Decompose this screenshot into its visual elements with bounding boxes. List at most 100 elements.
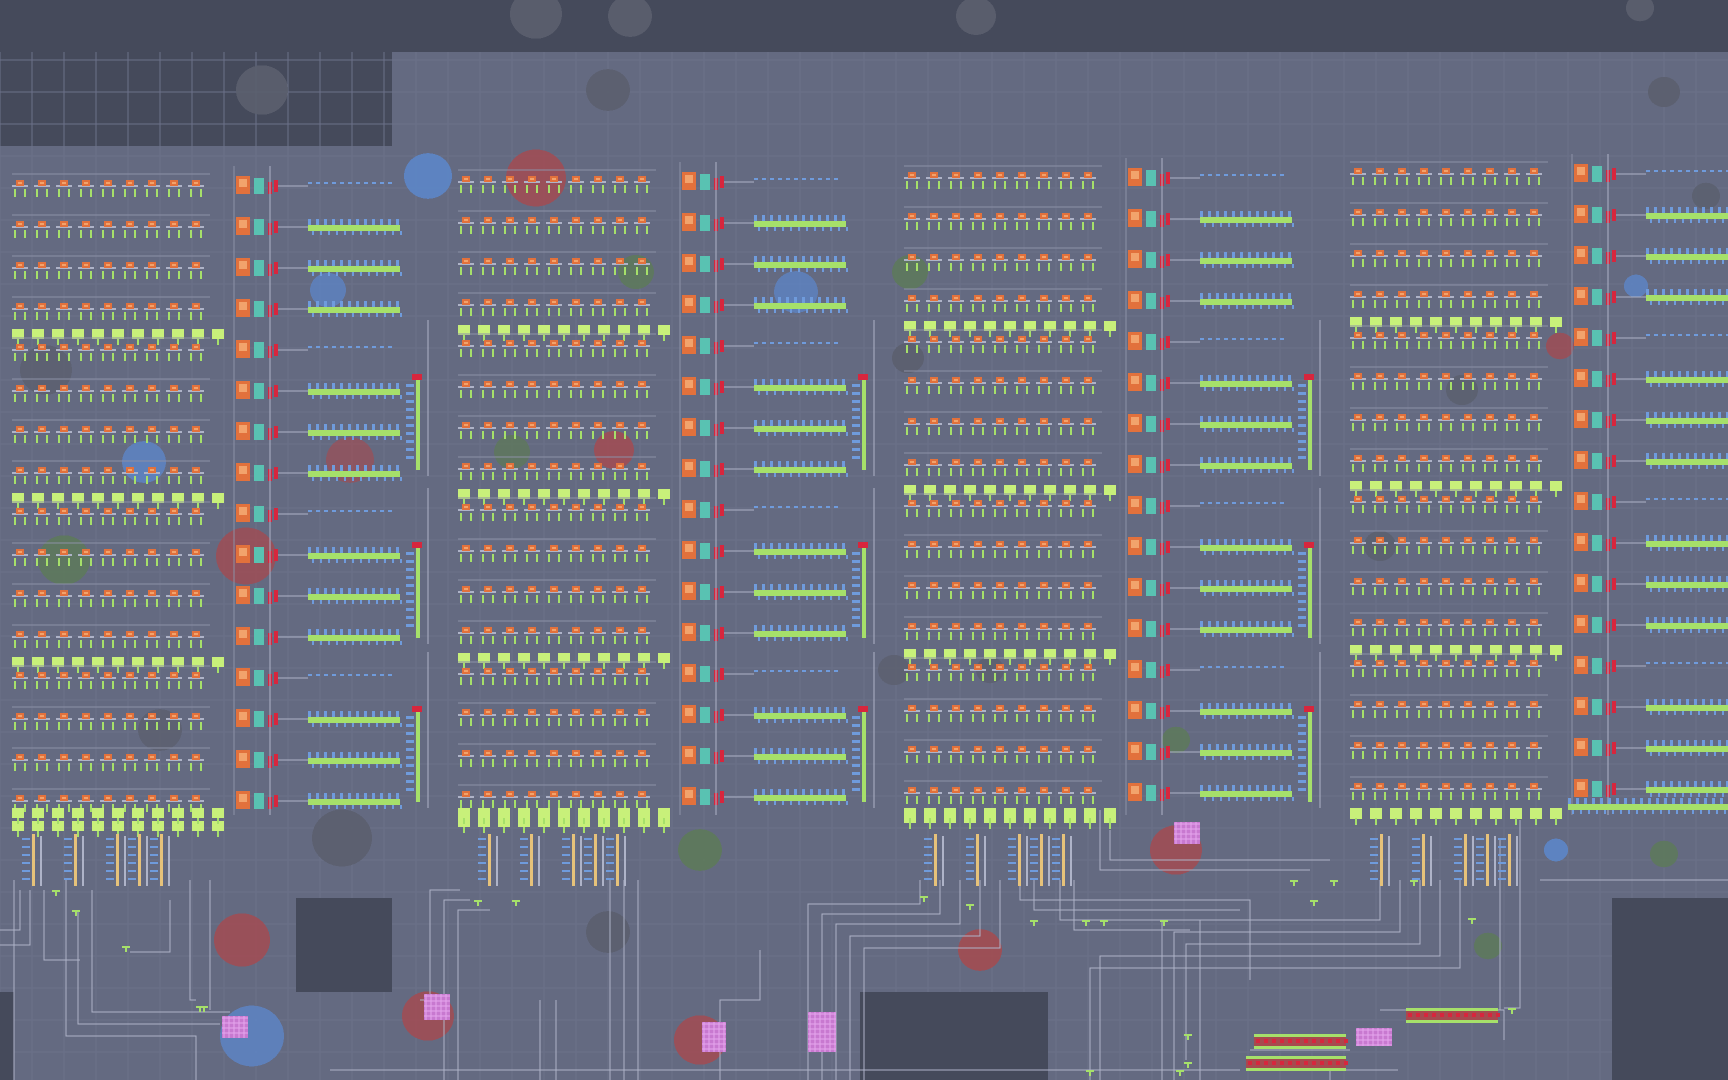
address-pad[interactable] (598, 808, 610, 818)
latch-icon[interactable] (254, 793, 264, 809)
address-pad[interactable] (72, 808, 84, 818)
latch-icon[interactable] (254, 752, 264, 768)
latch-icon[interactable] (254, 342, 264, 358)
latch-icon[interactable] (254, 178, 264, 194)
address-pad[interactable] (1044, 808, 1056, 818)
address-pad[interactable] (1084, 808, 1096, 818)
latch-icon[interactable] (1146, 744, 1156, 760)
latch-icon[interactable] (1146, 252, 1156, 268)
latch-icon[interactable] (1146, 416, 1156, 432)
address-pad[interactable] (658, 489, 670, 499)
address-pad[interactable] (92, 808, 104, 818)
latch-icon[interactable] (700, 215, 710, 231)
latch-icon[interactable] (1592, 330, 1602, 346)
latch-icon[interactable] (700, 379, 710, 395)
address-pad[interactable] (152, 808, 164, 818)
latch-icon[interactable] (254, 219, 264, 235)
latch-icon[interactable] (700, 748, 710, 764)
address-pad[interactable] (904, 808, 916, 818)
latch-icon[interactable] (1146, 703, 1156, 719)
latch-icon[interactable] (700, 543, 710, 559)
latch-icon[interactable] (700, 584, 710, 600)
latch-icon[interactable] (1146, 170, 1156, 186)
address-pad[interactable] (658, 653, 670, 663)
address-pad[interactable] (984, 808, 996, 818)
latch-icon[interactable] (1592, 535, 1602, 551)
latch-icon[interactable] (254, 506, 264, 522)
latch-icon[interactable] (1146, 785, 1156, 801)
address-pad[interactable] (192, 808, 204, 818)
latch-icon[interactable] (700, 707, 710, 723)
latch-icon[interactable] (254, 588, 264, 604)
latch-icon[interactable] (1592, 494, 1602, 510)
address-pad[interactable] (1104, 649, 1116, 659)
latch-icon[interactable] (1592, 207, 1602, 223)
address-pad[interactable] (1004, 808, 1016, 818)
address-pad[interactable] (964, 808, 976, 818)
latch-icon[interactable] (700, 461, 710, 477)
address-pad[interactable] (1550, 481, 1562, 491)
latch-icon[interactable] (1146, 539, 1156, 555)
latch-icon[interactable] (254, 670, 264, 686)
latch-icon[interactable] (700, 297, 710, 313)
latch-icon[interactable] (1592, 371, 1602, 387)
address-pad[interactable] (558, 808, 570, 818)
address-pad[interactable] (498, 808, 510, 818)
latch-icon[interactable] (1146, 375, 1156, 391)
address-pad[interactable] (1064, 808, 1076, 818)
address-pad[interactable] (578, 808, 590, 818)
latch-icon[interactable] (700, 625, 710, 641)
latch-icon[interactable] (700, 256, 710, 272)
address-pad[interactable] (212, 808, 224, 818)
address-pad[interactable] (212, 329, 224, 339)
latch-icon[interactable] (1146, 662, 1156, 678)
latch-icon[interactable] (1146, 621, 1156, 637)
address-pad[interactable] (1104, 808, 1116, 818)
address-pad[interactable] (212, 657, 224, 667)
address-pad[interactable] (658, 325, 670, 335)
latch-icon[interactable] (254, 260, 264, 276)
latch-icon[interactable] (254, 465, 264, 481)
latch-icon[interactable] (700, 789, 710, 805)
latch-icon[interactable] (254, 424, 264, 440)
latch-icon[interactable] (254, 711, 264, 727)
address-pad[interactable] (1550, 317, 1562, 327)
address-pad[interactable] (212, 493, 224, 503)
address-pad[interactable] (1024, 808, 1036, 818)
address-pad[interactable] (538, 808, 550, 818)
address-pad[interactable] (32, 808, 44, 818)
address-pad[interactable] (112, 808, 124, 818)
address-pad[interactable] (478, 808, 490, 818)
address-pad[interactable] (172, 808, 184, 818)
address-pad[interactable] (132, 808, 144, 818)
address-pad[interactable] (458, 808, 470, 818)
game-viewport[interactable] (0, 0, 1728, 1080)
latch-icon[interactable] (254, 547, 264, 563)
latch-icon[interactable] (1146, 580, 1156, 596)
address-pad[interactable] (52, 808, 64, 818)
address-pad[interactable] (518, 808, 530, 818)
address-pad[interactable] (1104, 485, 1116, 495)
latch-icon[interactable] (1146, 498, 1156, 514)
latch-icon[interactable] (1146, 334, 1156, 350)
latch-icon[interactable] (1592, 453, 1602, 469)
latch-icon[interactable] (1146, 293, 1156, 309)
latch-icon[interactable] (700, 666, 710, 682)
latch-icon[interactable] (700, 420, 710, 436)
circuit-board-canvas[interactable] (0, 0, 1728, 1080)
latch-icon[interactable] (254, 629, 264, 645)
latch-icon[interactable] (700, 174, 710, 190)
address-pad[interactable] (618, 808, 630, 818)
latch-icon[interactable] (1146, 457, 1156, 473)
address-pad[interactable] (658, 808, 670, 818)
latch-icon[interactable] (254, 383, 264, 399)
latch-icon[interactable] (1592, 248, 1602, 264)
latch-icon[interactable] (1146, 211, 1156, 227)
latch-icon[interactable] (1592, 289, 1602, 305)
address-pad[interactable] (944, 808, 956, 818)
address-pad[interactable] (1104, 321, 1116, 331)
address-pad[interactable] (12, 808, 24, 818)
address-pad[interactable] (924, 808, 936, 818)
latch-icon[interactable] (254, 301, 264, 317)
latch-icon[interactable] (700, 338, 710, 354)
